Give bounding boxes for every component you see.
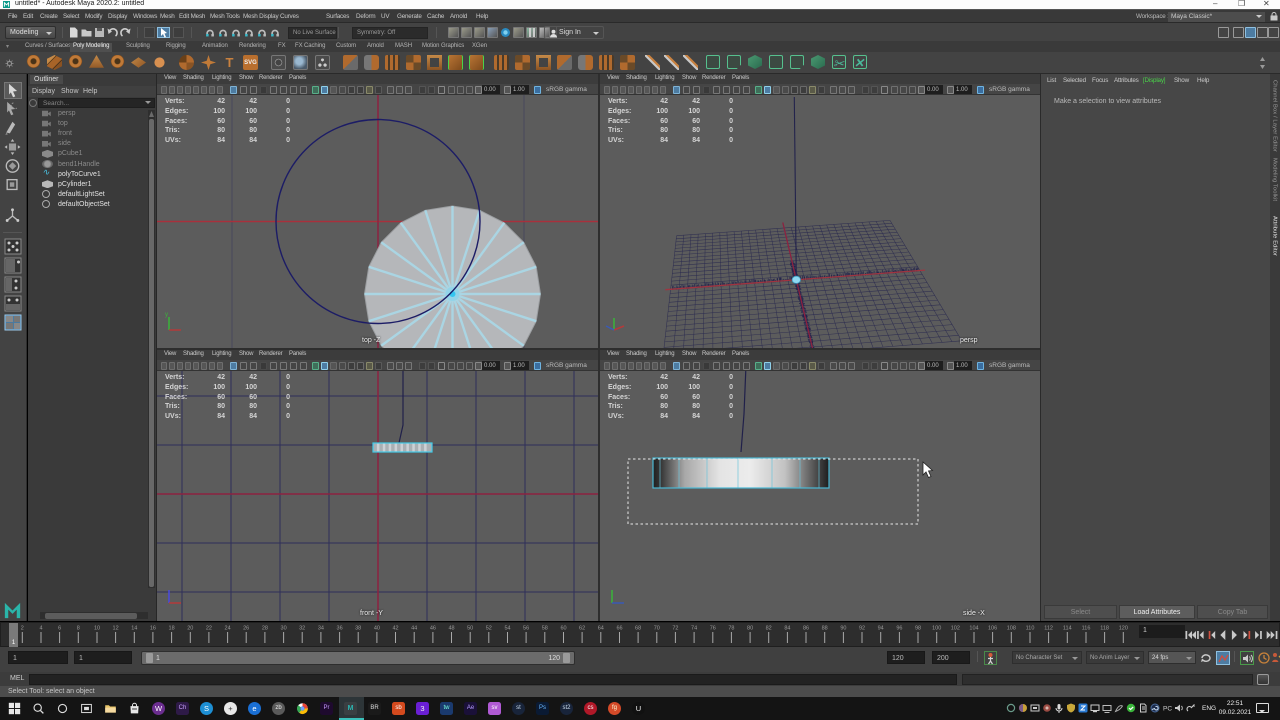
svg-text:82: 82 [766,626,772,632]
svg-text:12: 12 [113,626,119,632]
svg-text:46: 46 [430,626,436,632]
svg-text:10: 10 [94,626,100,632]
svg-text:72: 72 [672,626,678,632]
svg-text:114: 114 [1063,626,1072,632]
svg-text:18: 18 [169,626,175,632]
svg-text:38: 38 [355,626,361,632]
svg-text:98: 98 [915,626,921,632]
svg-text:36: 36 [337,626,343,632]
svg-text:80: 80 [747,626,753,632]
svg-text:60: 60 [560,626,566,632]
svg-text:106: 106 [988,626,997,632]
svg-text:84: 84 [784,626,790,632]
svg-text:90: 90 [840,626,846,632]
svg-text:y: y [165,312,168,318]
svg-text:88: 88 [822,626,828,632]
svg-text:6: 6 [58,626,61,632]
svg-text:54: 54 [504,626,510,632]
svg-text:112: 112 [1044,626,1053,632]
svg-text:22: 22 [206,626,212,632]
svg-text:32: 32 [299,626,305,632]
svg-text:42: 42 [392,626,398,632]
svg-text:20: 20 [187,626,193,632]
svg-text:2: 2 [21,626,24,632]
svg-text:94: 94 [878,626,884,632]
svg-text:4: 4 [39,626,42,632]
svg-text:30: 30 [281,626,287,632]
svg-text:52: 52 [486,626,492,632]
svg-text:62: 62 [579,626,585,632]
svg-text:40: 40 [374,626,380,632]
svg-text:64: 64 [598,626,604,632]
svg-text:PC: PC [1163,706,1172,713]
svg-text:56: 56 [523,626,529,632]
svg-text:58: 58 [542,626,548,632]
svg-text:28: 28 [262,626,268,632]
svg-text:116: 116 [1082,626,1091,632]
svg-text:44: 44 [411,626,417,632]
svg-text:96: 96 [896,626,902,632]
svg-text:48: 48 [448,626,454,632]
svg-text:16: 16 [150,626,156,632]
svg-text:8: 8 [77,626,80,632]
svg-text:26: 26 [243,626,249,632]
svg-text:120: 120 [1119,626,1128,632]
svg-text:78: 78 [728,626,734,632]
svg-text:70: 70 [654,626,660,632]
svg-text:24: 24 [225,626,231,632]
svg-text:34: 34 [318,626,324,632]
svg-text:86: 86 [803,626,809,632]
svg-text:102: 102 [951,626,960,632]
svg-text:74: 74 [691,626,697,632]
svg-text:118: 118 [1100,626,1109,632]
svg-text:66: 66 [616,626,622,632]
svg-text:68: 68 [635,626,641,632]
svg-text:108: 108 [1007,626,1016,632]
svg-text:76: 76 [710,626,716,632]
svg-text:110: 110 [1026,626,1035,632]
svg-text:14: 14 [131,626,137,632]
svg-text:104: 104 [969,626,978,632]
svg-text:92: 92 [859,626,865,632]
svg-text:100: 100 [932,626,941,632]
svg-text:50: 50 [467,626,473,632]
